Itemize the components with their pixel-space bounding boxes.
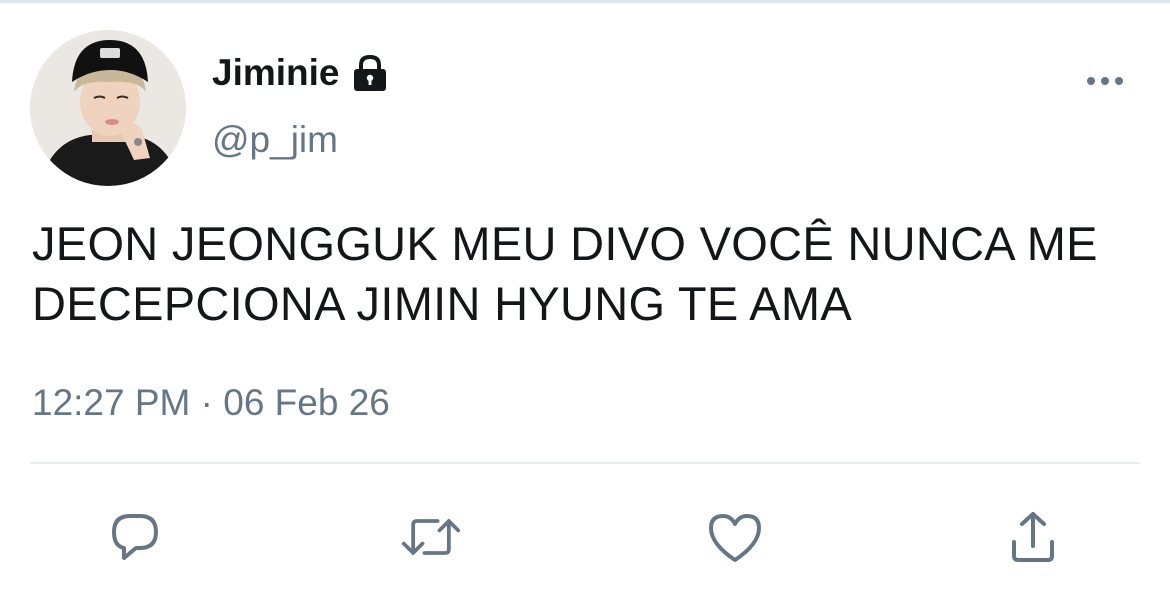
lock-icon — [350, 53, 390, 93]
reply-icon[interactable] — [104, 506, 166, 568]
display-name[interactable]: Jiminie — [212, 50, 390, 96]
divider — [30, 462, 1140, 464]
tweet-text: JEON JEONGGUK MEU DIVO VOCÊ NUNCA ME DEC… — [32, 217, 1098, 330]
retweet-icon[interactable] — [400, 506, 462, 568]
top-border — [0, 0, 1170, 3]
timestamp[interactable]: 12:27 PM · 06 Feb 26 — [32, 380, 390, 426]
handle[interactable]: @p_jim — [212, 118, 338, 162]
more-dots-icon[interactable] — [1082, 68, 1128, 94]
heart-icon[interactable] — [704, 506, 766, 568]
share-icon[interactable] — [1002, 506, 1064, 568]
display-name-text: Jiminie — [212, 52, 340, 93]
avatar[interactable] — [30, 30, 186, 186]
